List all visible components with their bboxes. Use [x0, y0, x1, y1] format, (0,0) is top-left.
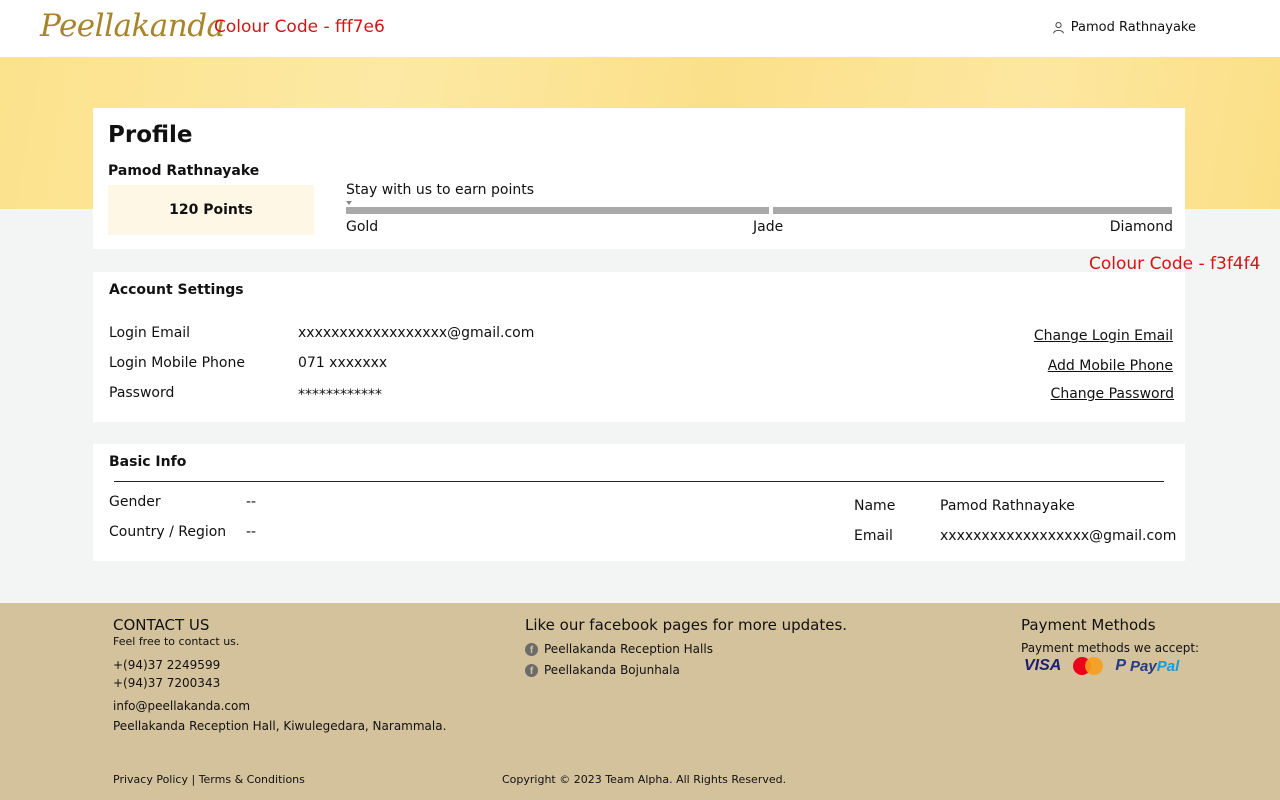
- privacy-policy-link[interactable]: Privacy Policy: [113, 773, 188, 786]
- facebook-page-label: Peellakanda Bojunhala: [544, 663, 680, 677]
- country-value: --: [246, 524, 257, 540]
- legal-separator: |: [191, 773, 196, 786]
- payment-logos: VISA P Pay Pal: [1024, 657, 1179, 675]
- terms-link[interactable]: Terms & Conditions: [199, 773, 305, 786]
- gender-label: Gender: [109, 494, 161, 510]
- visa-icon: VISA: [1024, 657, 1062, 674]
- account-settings-card: Account Settings Login Email xxxxxxxxxxx…: [93, 272, 1185, 422]
- basic-info-card: Basic Info Gender -- Country / Region --…: [93, 444, 1185, 561]
- paypal-icon: P Pay Pal: [1115, 657, 1180, 675]
- points-label: 120 Points: [169, 202, 253, 218]
- gender-value: --: [246, 494, 257, 510]
- login-mobile-value: 071 xxxxxxx: [298, 355, 388, 371]
- profile-card: Profile Pamod Rathnayake 120 Points Stay…: [93, 108, 1185, 249]
- country-label: Country / Region: [109, 524, 227, 540]
- email-value: xxxxxxxxxxxxxxxxxx@gmail.com: [940, 528, 1177, 544]
- login-email-label: Login Email: [109, 325, 191, 341]
- contact-email[interactable]: info@peellakanda.com: [113, 699, 250, 713]
- colour-code-side-note: Colour Code - f3f4f4: [1089, 254, 1261, 274]
- user-menu[interactable]: Pamod Rathnayake: [1052, 20, 1196, 35]
- name-value: Pamod Rathnayake: [940, 498, 1075, 514]
- add-mobile-phone-link[interactable]: Add Mobile Phone: [1048, 358, 1173, 374]
- earn-points-label: Stay with us to earn points: [346, 182, 534, 198]
- contact-heading: CONTACT US: [113, 616, 210, 634]
- password-value: ************: [298, 387, 382, 403]
- login-email-value: xxxxxxxxxxxxxxxxxx@gmail.com: [298, 325, 535, 341]
- mastercard-icon: [1073, 657, 1104, 675]
- payment-subtitle: Payment methods we accept:: [1021, 641, 1200, 655]
- user-icon: [1052, 21, 1064, 34]
- page-title: Profile: [108, 122, 193, 148]
- change-login-email-link[interactable]: Change Login Email: [1034, 328, 1173, 344]
- site-footer: CONTACT US Feel free to contact us. +(94…: [0, 603, 1280, 800]
- contact-phone-2[interactable]: +(94)37 7200343: [113, 676, 220, 690]
- copyright-text: Copyright © 2023 Team Alpha. All Rights …: [502, 773, 787, 786]
- facebook-page-label: Peellakanda Reception Halls: [544, 642, 713, 656]
- progress-segment-jade-diamond: [773, 207, 1172, 214]
- email-label: Email: [854, 528, 893, 544]
- user-name: Pamod Rathnayake: [1070, 20, 1196, 35]
- contact-subtitle: Feel free to contact us.: [113, 635, 240, 648]
- top-header: Peellakanda Colour Code - fff7e6 Pamod R…: [0, 0, 1280, 57]
- facebook-link-bojunhala[interactable]: f Peellakanda Bojunhala: [525, 663, 680, 677]
- tier-diamond: Diamond: [1109, 219, 1173, 235]
- tier-jade: Jade: [753, 219, 784, 235]
- colour-code-note: Colour Code - fff7e6: [214, 17, 385, 37]
- section-divider: [114, 481, 1164, 482]
- facebook-link-reception-halls[interactable]: f Peellakanda Reception Halls: [525, 642, 713, 656]
- contact-address: Peellakanda Reception Hall, Kiwulegedara…: [113, 719, 447, 733]
- points-progress-track: [346, 201, 1172, 214]
- payment-heading: Payment Methods: [1021, 616, 1156, 634]
- progress-marker: [346, 201, 352, 205]
- name-label: Name: [854, 498, 896, 514]
- legal-links: Privacy Policy | Terms & Conditions: [113, 773, 305, 786]
- basic-info-title: Basic Info: [109, 454, 187, 470]
- password-label: Password: [109, 385, 175, 401]
- login-mobile-label: Login Mobile Phone: [109, 355, 245, 371]
- profile-name: Pamod Rathnayake: [108, 163, 260, 179]
- change-password-link[interactable]: Change Password: [1051, 386, 1174, 402]
- contact-phone-1[interactable]: +(94)37 2249599: [113, 658, 220, 672]
- site-logo[interactable]: Peellakanda: [40, 8, 225, 44]
- facebook-icon: f: [525, 642, 538, 656]
- tier-gold: Gold: [346, 219, 379, 235]
- progress-segment-gold-jade: [346, 207, 769, 214]
- facebook-heading: Like our facebook pages for more updates…: [525, 616, 848, 634]
- account-settings-title: Account Settings: [109, 282, 244, 298]
- points-badge: 120 Points: [108, 185, 314, 235]
- facebook-icon: f: [525, 663, 538, 677]
